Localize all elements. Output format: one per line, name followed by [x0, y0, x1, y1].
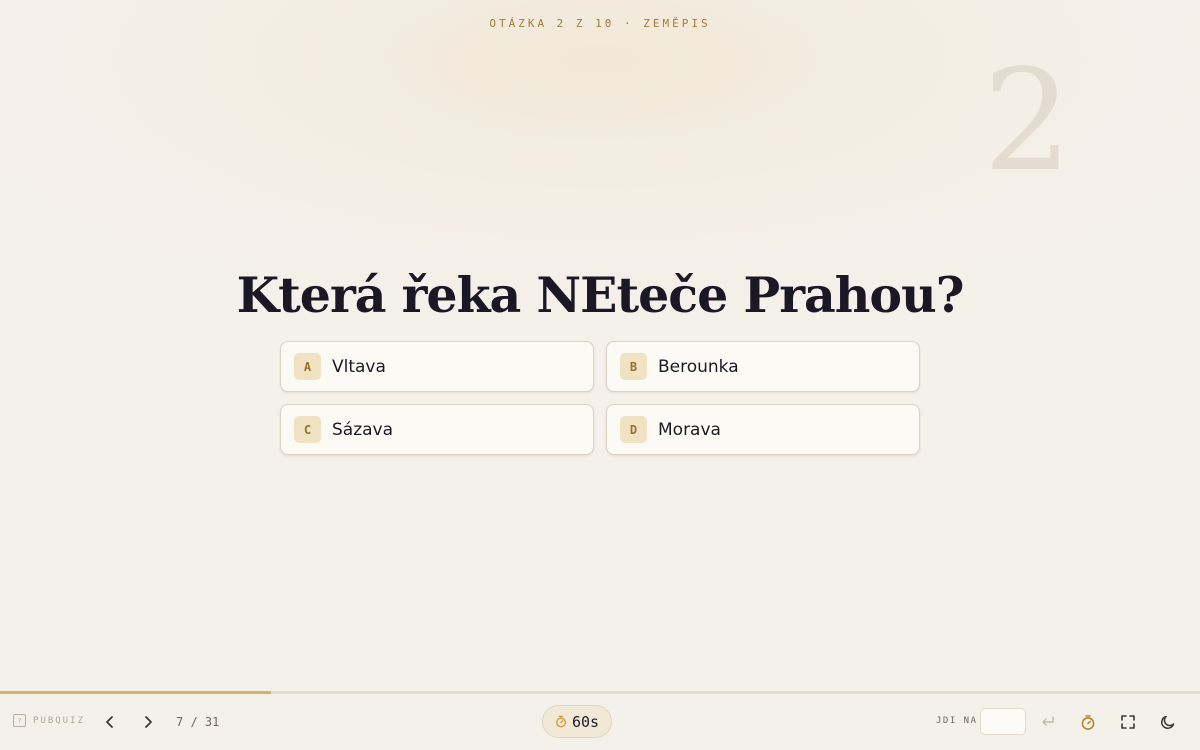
stopwatch-icon [555, 715, 566, 728]
fullscreen-button[interactable] [1116, 710, 1140, 734]
goto-slide-input[interactable] [980, 708, 1026, 735]
answer-option-c[interactable]: C Sázava [280, 404, 594, 455]
enter-icon [1042, 716, 1054, 726]
answer-option-a[interactable]: A Vltava [280, 341, 594, 392]
fullscreen-icon [1121, 715, 1135, 729]
brand: ? PUBQUIZ [13, 714, 85, 727]
timer-toggle-button[interactable] [1076, 710, 1100, 734]
theme-toggle-button[interactable] [1156, 710, 1180, 734]
answer-letter-badge: C [294, 416, 321, 443]
previous-button[interactable] [99, 711, 121, 733]
eyebrow: OTÁZKA 2 Z 10 · ZEMĚPIS [489, 17, 711, 30]
answer-option-b[interactable]: B Berounka [606, 341, 920, 392]
answer-letter-badge: D [620, 416, 647, 443]
chevron-left-icon [106, 716, 113, 728]
stopwatch-icon [1081, 714, 1095, 730]
bottom-toolbar: ? PUBQUIZ 7 / 31 60s JDI NA [0, 694, 1200, 750]
question-title: Která řeka NEteče Prahou? [236, 266, 965, 324]
moon-icon [1161, 715, 1175, 729]
answers-grid: A Vltava B Berounka C Sázava D Morava [280, 341, 920, 455]
chevron-right-icon [145, 716, 152, 728]
slide-counter: 7 / 31 [176, 715, 220, 729]
answer-label: Berounka [658, 356, 739, 377]
goto-label: JDI NA [936, 716, 978, 726]
timer-button[interactable]: 60s [542, 705, 612, 738]
goto-submit-button[interactable] [1036, 710, 1060, 734]
brand-label: PUBQUIZ [33, 715, 85, 726]
help-square-icon: ? [13, 714, 26, 727]
timer-value: 60s [571, 712, 600, 731]
answer-label: Vltava [332, 356, 386, 377]
next-button[interactable] [137, 711, 159, 733]
answer-label: Sázava [332, 419, 394, 440]
answer-option-d[interactable]: D Morava [606, 404, 920, 455]
question-number-watermark: 2 [982, 40, 1072, 203]
answer-letter-badge: A [294, 353, 321, 380]
answer-letter-badge: B [620, 353, 647, 380]
answer-label: Morava [658, 419, 721, 440]
